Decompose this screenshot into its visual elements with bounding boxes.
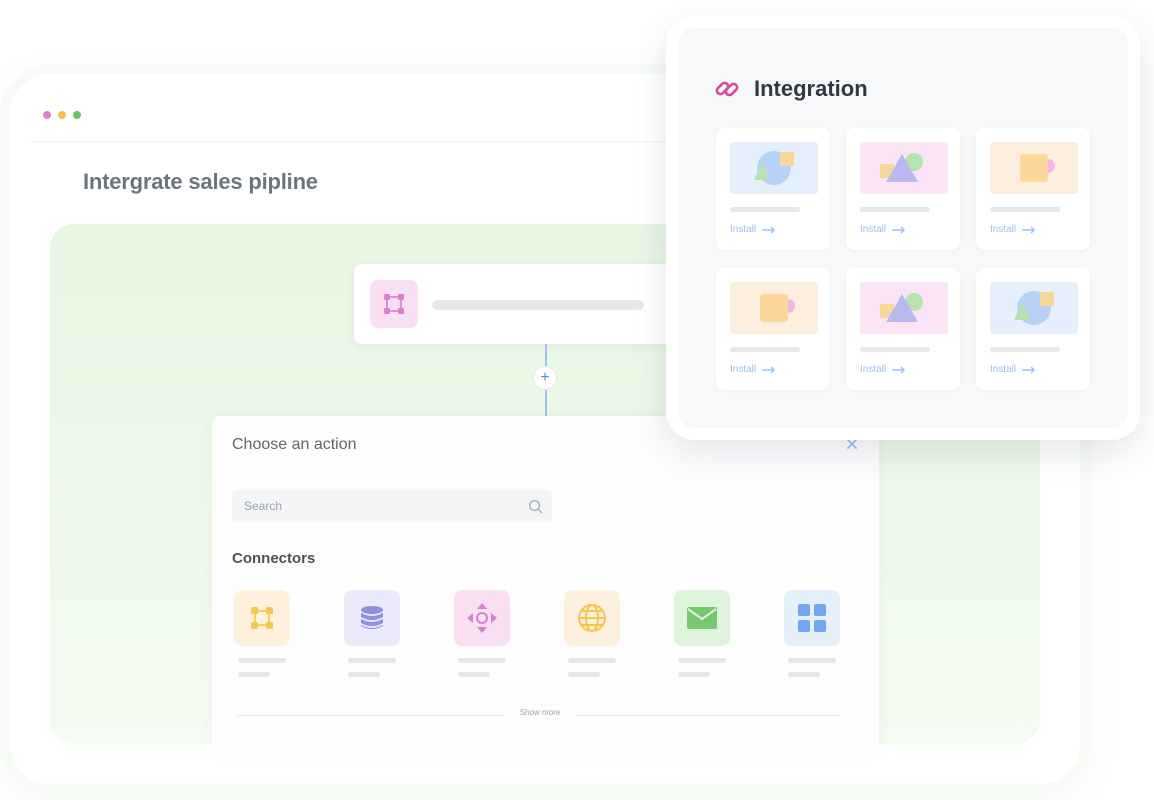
integration-card[interactable]: Install xyxy=(716,268,830,390)
install-label: Install xyxy=(860,224,887,235)
connector-desc-placeholder xyxy=(568,672,600,677)
connector-desc-placeholder xyxy=(678,672,710,677)
integration-thumbnail xyxy=(860,282,948,334)
integration-name-placeholder xyxy=(990,207,1060,212)
integration-thumbnail xyxy=(990,142,1078,194)
connector-desc-placeholder xyxy=(238,672,270,677)
install-label: Install xyxy=(730,364,757,375)
integration-card[interactable]: Install xyxy=(846,268,960,390)
integration-thumbnail xyxy=(730,142,818,194)
divider xyxy=(236,715,504,716)
install-link[interactable]: Install xyxy=(730,364,776,375)
connector-name-placeholder xyxy=(348,658,396,663)
link-icon xyxy=(715,81,739,97)
connector-item[interactable] xyxy=(454,590,524,680)
integration-title: Integration xyxy=(754,76,868,101)
flow-connector-line xyxy=(545,390,547,416)
connector-desc-placeholder xyxy=(348,672,380,677)
integration-card[interactable]: Install xyxy=(716,128,830,250)
maximize-dot[interactable] xyxy=(73,111,81,119)
database-icon xyxy=(344,590,400,646)
search-box xyxy=(232,490,552,522)
connector-desc-placeholder xyxy=(788,672,820,677)
integration-card[interactable]: Install xyxy=(976,268,1090,390)
add-step-button[interactable]: + xyxy=(533,366,557,390)
globe-icon xyxy=(564,590,620,646)
integration-thumbnail xyxy=(730,282,818,334)
integration-panel: Integration Install Install Install Inst… xyxy=(666,16,1140,440)
integration-thumbnail xyxy=(860,142,948,194)
connector-item[interactable] xyxy=(674,590,744,680)
arrow-right-icon xyxy=(892,225,906,234)
connector-name-placeholder xyxy=(458,658,506,663)
install-link[interactable]: Install xyxy=(990,224,1036,235)
install-label: Install xyxy=(860,364,887,375)
integration-thumbnail xyxy=(990,282,1078,334)
search-icon[interactable] xyxy=(528,499,543,514)
choose-action-panel: Choose an action Connectors xyxy=(212,416,879,756)
integration-card[interactable]: Install xyxy=(976,128,1090,250)
arrow-right-icon xyxy=(762,365,776,374)
connector-name-placeholder xyxy=(568,658,616,663)
show-more-row: Show more xyxy=(236,708,840,722)
apps-grid-icon xyxy=(784,590,840,646)
minimize-dot[interactable] xyxy=(58,111,66,119)
arrow-right-icon xyxy=(1022,365,1036,374)
integration-header: Integration xyxy=(714,76,868,102)
integration-name-placeholder xyxy=(730,347,800,352)
connector-item[interactable] xyxy=(784,590,854,680)
trigger-placeholder-text xyxy=(432,300,644,310)
integration-name-placeholder xyxy=(860,207,930,212)
integration-name-placeholder xyxy=(990,347,1060,352)
panel-title: Choose an action xyxy=(232,436,357,453)
arrow-right-icon xyxy=(892,365,906,374)
install-link[interactable]: Install xyxy=(990,364,1036,375)
integration-name-placeholder xyxy=(730,207,800,212)
nodes-icon xyxy=(370,280,418,328)
install-link[interactable]: Install xyxy=(860,364,906,375)
show-more-link[interactable]: Show more xyxy=(506,708,574,717)
close-dot[interactable] xyxy=(43,111,51,119)
flow-connector-line xyxy=(545,344,547,366)
install-label: Install xyxy=(990,364,1017,375)
connector-name-placeholder xyxy=(678,658,726,663)
mail-icon xyxy=(674,590,730,646)
integration-card[interactable]: Install xyxy=(846,128,960,250)
divider xyxy=(576,715,840,716)
connector-item[interactable] xyxy=(234,590,304,680)
connector-name-placeholder xyxy=(238,658,286,663)
page-title: Intergrate sales pipline xyxy=(83,169,318,194)
install-link[interactable]: Install xyxy=(860,224,906,235)
connector-item[interactable] xyxy=(564,590,634,680)
install-label: Install xyxy=(730,224,757,235)
install-label: Install xyxy=(990,224,1017,235)
plus-icon: + xyxy=(540,369,550,386)
nodes-icon xyxy=(234,590,290,646)
search-input[interactable] xyxy=(232,490,522,522)
install-link[interactable]: Install xyxy=(730,224,776,235)
integration-name-placeholder xyxy=(860,347,930,352)
connectors-heading: Connectors xyxy=(232,550,316,567)
arrow-right-icon xyxy=(1022,225,1036,234)
arrow-right-icon xyxy=(762,225,776,234)
connector-desc-placeholder xyxy=(458,672,490,677)
move-icon xyxy=(454,590,510,646)
connector-name-placeholder xyxy=(788,658,836,663)
connector-item[interactable] xyxy=(344,590,414,680)
trigger-step-card[interactable] xyxy=(354,264,684,344)
window-controls xyxy=(43,111,81,119)
